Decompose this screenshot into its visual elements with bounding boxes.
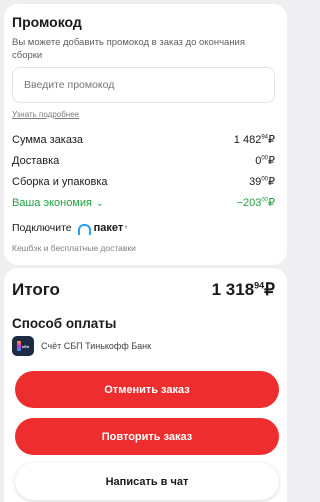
savings-label[interactable]: Ваша экономия ⌄ (12, 197, 104, 209)
assembly-row: Сборка и упаковка 3900₽ (12, 175, 275, 188)
assembly-label: Сборка и упаковка (12, 176, 108, 188)
payment-method-title: Способ оплаты (12, 316, 117, 331)
paket-logo[interactable]: пакет + (77, 222, 128, 235)
delivery-value: 000₽ (255, 155, 275, 167)
paket-promo[interactable]: Подключите пакет + (12, 222, 128, 235)
payment-method-label: Счёт СБП Тинькофф Банк (41, 341, 152, 351)
order-sum-row: Сумма заказа 1 48294₽ (12, 133, 275, 146)
paket-logo-icon (77, 223, 91, 235)
order-details-screen: Промокод Вы можете добавить промокод в з… (0, 0, 291, 502)
repeat-order-button[interactable]: Повторить заказ (15, 418, 279, 455)
promo-description: Вы можете добавить промокод в заказ до о… (12, 37, 246, 61)
promo-input-field[interactable] (12, 67, 275, 103)
chevron-down-icon: ⌄ (95, 198, 104, 208)
learn-more-link[interactable]: Узнать подробнее (12, 110, 79, 119)
delivery-label: Доставка (12, 155, 60, 167)
delivery-row: Доставка 000₽ (12, 154, 275, 167)
order-sum-label: Сумма заказа (12, 134, 83, 146)
promo-input[interactable] (24, 79, 263, 91)
savings-row[interactable]: Ваша экономия ⌄ −20300₽ (12, 196, 275, 209)
assembly-value: 3900₽ (249, 176, 275, 188)
savings-value: −20300₽ (236, 197, 275, 209)
cashback-text: Кешбэк и бесплатные доставки (12, 243, 136, 253)
order-sum-value: 1 48294₽ (233, 134, 275, 146)
promo-title: Промокод (12, 14, 82, 30)
total-row: Итого 1 31894₽ (12, 280, 275, 300)
cancel-order-button[interactable]: Отменить заказ (15, 371, 279, 408)
write-to-chat-button[interactable]: Написать в чат (15, 463, 279, 500)
sbp-icon: сбп (12, 336, 34, 356)
payment-method: сбп Счёт СБП Тинькофф Банк (12, 336, 151, 356)
paket-label: Подключите (12, 222, 72, 234)
total-value: 1 31894₽ (211, 280, 275, 299)
total-label: Итого (12, 280, 60, 299)
